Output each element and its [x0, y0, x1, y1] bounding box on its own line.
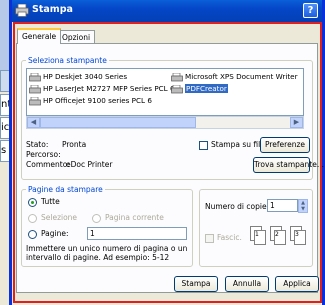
highlight-outline: [13, 22, 322, 303]
print-dialog: Stampa ? Generale Opzioni Seleziona stam…: [9, 0, 325, 305]
title-bar[interactable]: Stampa ?: [12, 0, 322, 22]
tab-generale[interactable]: Generale: [17, 28, 62, 44]
help-button[interactable]: ?: [303, 3, 318, 18]
dialog-title: Stampa: [32, 4, 73, 15]
printer-icon: [15, 4, 29, 17]
